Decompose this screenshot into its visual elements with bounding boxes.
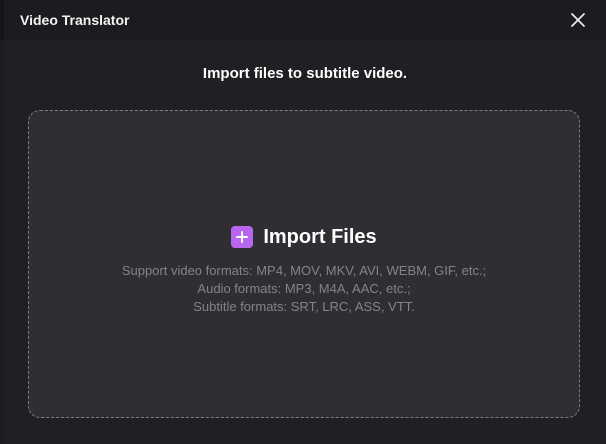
supported-formats: Support video formats: MP4, MOV, MKV, AV…	[29, 262, 579, 316]
import-files-button[interactable]: Import Files	[29, 225, 579, 249]
dialog-title: Video Translator	[20, 12, 130, 28]
dialog-heading: Import files to subtitle video.	[202, 65, 408, 82]
import-files-label: Import Files	[263, 226, 377, 248]
close-button[interactable]	[568, 10, 588, 30]
audio-formats-text: Audio formats: MP3, M4A, AAC, etc.;	[197, 281, 411, 296]
dialog-titlebar: Video Translator	[4, 0, 606, 40]
plus-icon	[231, 226, 254, 248]
close-icon	[571, 13, 585, 27]
video-translator-dialog: Video Translator Import files to subtitl…	[4, 0, 606, 444]
video-formats-text: Support video formats: MP4, MOV, MKV, AV…	[121, 263, 487, 278]
import-dropzone[interactable]: Import Files Support video formats: MP4,…	[28, 110, 580, 418]
subtitle-formats-text: Subtitle formats: SRT, LRC, ASS, VTT.	[193, 299, 415, 314]
